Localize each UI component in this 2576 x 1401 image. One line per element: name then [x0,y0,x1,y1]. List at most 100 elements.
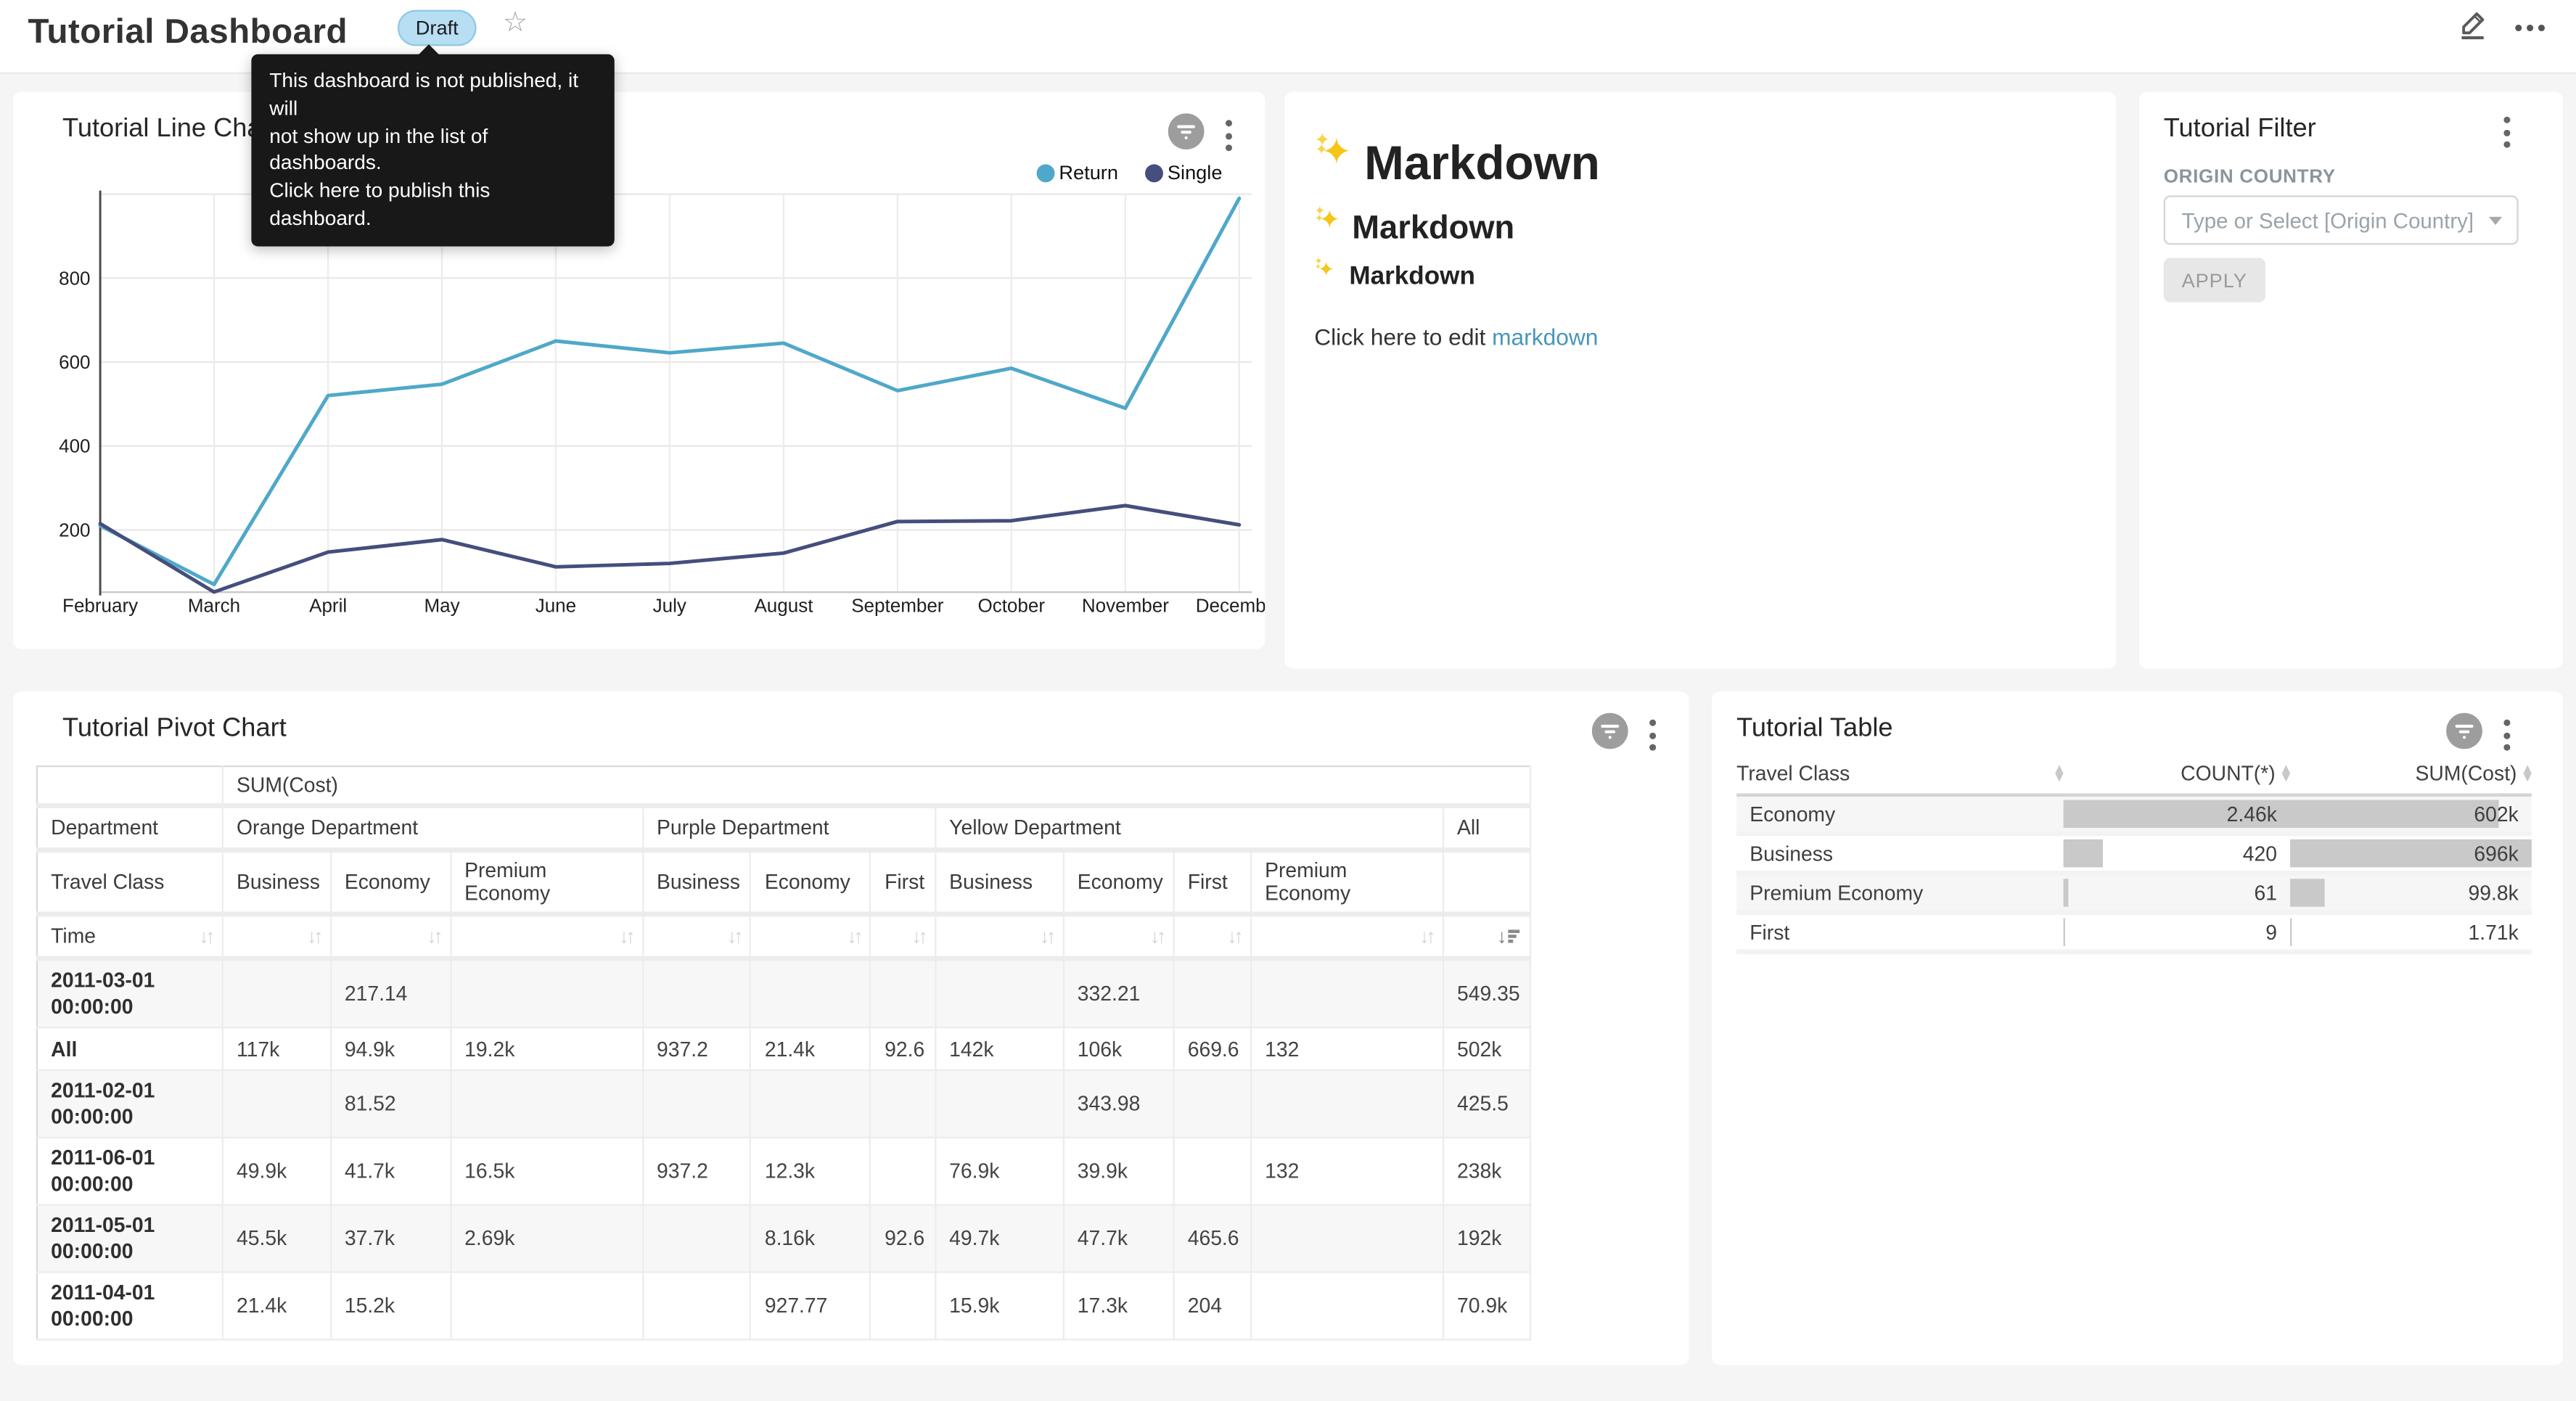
sort-carets-icon: ▲▼ [2524,765,2532,781]
pivot-value-cell: 238k [1443,1138,1531,1205]
pivot-value-cell: 465.6 [1173,1205,1250,1273]
sort-icon[interactable]: ↓↑ [427,925,440,948]
column-header-label: Travel Class [1736,761,1850,784]
pivot-value-cell: 39.9k [1064,1138,1174,1205]
sort-icon[interactable]: ↓↑ [911,925,924,948]
markdown-h2: ✦✦✦Markdown [1314,205,1514,248]
pivot-class-header: Premium Economy [451,850,643,914]
pivot-value-cell: 117k [223,1027,331,1070]
column-header-label: COUNT(*) [2181,761,2276,784]
pivot-value-cell [643,1205,751,1273]
sort-icon[interactable]: ↓↑ [727,925,740,948]
pivot-row-label: 2011-06-01 00:00:00 [37,1138,223,1205]
origin-country-label: ORIGIN COUNTRY [2164,168,2336,187]
table-row: Premium Economy6199.8k [1736,873,2532,912]
pivot-value-cell [223,1070,331,1138]
pivot-group-header: Yellow Department [935,806,1443,850]
pivot-dim-label: Travel Class [37,850,223,914]
pivot-value-cell: 343.98 [1064,1070,1174,1138]
pivot-time-header: Time↓↑ [37,914,223,958]
pivot-value-cell [451,1272,643,1339]
pivot-value-cell: 70.9k [1443,1272,1531,1339]
pivot-value-cell [223,958,331,1027]
pivot-class-header: Economy [1064,850,1174,914]
pivot-value-cell: 49.9k [223,1138,331,1205]
pivot-value-cell: 927.77 [751,1272,871,1339]
pivot-value-cell: 21.4k [223,1272,331,1339]
pivot-sort-cell: ↓↑ [871,914,935,958]
pivot-row-label: All [37,1027,223,1070]
filter-panel: Tutorial Filter ORIGIN COUNTRY Type or S… [2139,92,2563,669]
applied-filters-icon[interactable] [1592,713,1628,757]
pivot-value-cell [871,1138,935,1205]
pivot-value-cell [643,1070,751,1138]
column-header-sum-cost-[interactable]: SUM(Cost)▲▼ [2290,752,2532,795]
pivot-data-row: 2011-02-01 00:00:0081.52343.98425.5 [37,1070,1530,1138]
pivot-sort-cell: ↓↑ [1251,914,1443,958]
value-text: 9 [2064,915,2290,950]
sort-desc-active-icon[interactable]: ↓ [1497,925,1520,948]
pivot-value-cell: 37.7k [331,1205,451,1273]
pivot-data-row: 2011-04-01 00:00:0021.4k15.2k927.7715.9k… [37,1272,1530,1339]
pivot-dim-label: Department [37,806,223,850]
legend-label: Return [1059,161,1118,184]
draft-status-badge[interactable]: Draft [398,10,477,46]
sort-icon[interactable]: ↓↑ [1150,925,1163,948]
pivot-value-cell: 8.16k [751,1205,871,1273]
pivot-row-label: 2011-03-01 00:00:00 [37,958,223,1027]
pivot-value-cell: 45.5k [223,1205,331,1273]
sort-icon[interactable]: ↓↑ [1227,925,1240,948]
edit-markdown-link[interactable]: markdown [1492,324,1598,350]
sort-icon[interactable]: ↓↑ [1040,925,1053,948]
legend-item-return[interactable]: Return [1036,161,1118,184]
pivot-sort-cell: ↓↑ [935,914,1064,958]
pivot-value-cell: 425.5 [1443,1070,1531,1138]
pivot-class-header: Premium Economy [1251,850,1443,914]
sort-icon[interactable]: ↓↑ [619,925,632,948]
sort-icon[interactable]: ↓↑ [1419,925,1432,948]
sort-icon[interactable]: ↓↑ [199,925,212,948]
column-header-count-[interactable]: COUNT(*)▲▼ [2064,752,2290,795]
x-axis-label: April [309,594,347,616]
chart-menu-icon[interactable] [1646,716,1660,754]
y-axis-label: 800 [59,267,90,289]
apply-filter-button[interactable]: APPLY [2164,258,2265,302]
pivot-metric-row: SUM(Cost) [37,766,1530,805]
x-axis-label: September [851,594,944,616]
pivot-row-label: 2011-04-01 00:00:00 [37,1272,223,1339]
pivot-value-cell: 92.6 [871,1205,935,1273]
edit-dashboard-icon[interactable] [2456,7,2489,49]
sort-icon[interactable]: ↓↑ [307,925,320,948]
pivot-value-cell: 204 [1173,1272,1250,1339]
sum-cell: 1.71k [2290,913,2532,952]
table-menu-icon[interactable] [2501,716,2514,754]
more-actions-icon[interactable] [2512,21,2548,34]
pivot-value-cell: 217.14 [331,958,451,1027]
pivot-value-cell [1251,1205,1443,1273]
origin-country-select[interactable]: Type or Select [Origin Country] [2164,195,2519,245]
sort-icon[interactable]: ↓↑ [847,925,860,948]
pivot-group-header: Orange Department [223,806,643,850]
applied-filters-icon[interactable] [2446,713,2482,757]
favorite-star-icon[interactable]: ☆ [503,7,528,39]
pivot-value-cell: 142k [935,1027,1064,1070]
table-panel: Tutorial Table Travel Class▲▼COUNT(*)▲▼S… [1712,691,2563,1365]
pivot-row-label: 2011-02-01 00:00:00 [37,1070,223,1138]
column-header-travel-class[interactable]: Travel Class▲▼ [1736,752,2064,795]
pivot-value-cell: 132 [1251,1138,1443,1205]
pivot-value-cell: 15.9k [935,1272,1064,1339]
pivot-value-cell [1251,1070,1443,1138]
pivot-value-cell: 502k [1443,1027,1531,1070]
line-chart-panel: Tutorial Line Chart ReturnSingle 2004006… [13,92,1265,649]
pivot-sort-cell: ↓↑ [451,914,643,958]
filter-menu-icon[interactable] [2501,113,2514,151]
pivot-value-cell: 21.4k [751,1027,871,1070]
legend-dot [1144,163,1162,181]
legend-item-single[interactable]: Single [1144,161,1222,184]
pivot-chart-panel: Tutorial Pivot Chart SUM(Cost)Department… [13,691,1689,1365]
filter-panel-title: Tutorial Filter [2164,115,2316,144]
legend-dot [1036,163,1054,181]
chart-legend: Return Single [1036,161,1223,184]
travel-class-cell: Business [1736,834,2064,873]
pivot-value-cell [935,1070,1064,1138]
